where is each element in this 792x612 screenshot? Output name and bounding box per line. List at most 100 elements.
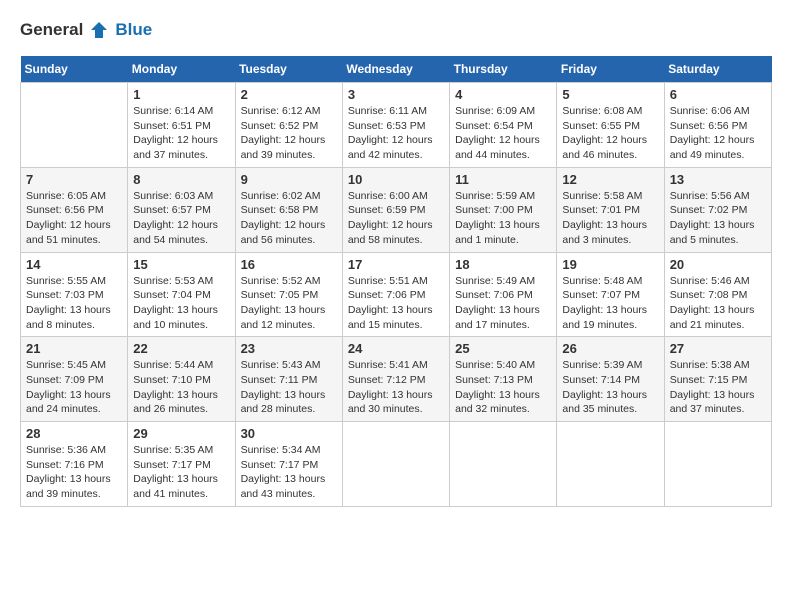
day-number: 21 bbox=[26, 341, 122, 356]
day-number: 10 bbox=[348, 172, 444, 187]
day-number: 25 bbox=[455, 341, 551, 356]
calendar-day-cell: 30 Sunrise: 5:34 AMSunset: 7:17 PMDayligh… bbox=[235, 422, 342, 507]
day-info: Sunrise: 5:48 AMSunset: 7:07 PMDaylight:… bbox=[562, 274, 658, 333]
day-number: 2 bbox=[241, 87, 337, 102]
day-number: 30 bbox=[241, 426, 337, 441]
day-number: 11 bbox=[455, 172, 551, 187]
day-number: 13 bbox=[670, 172, 766, 187]
calendar-day-cell bbox=[450, 422, 557, 507]
day-of-week-header: Saturday bbox=[664, 56, 771, 83]
calendar-day-cell bbox=[557, 422, 664, 507]
day-number: 23 bbox=[241, 341, 337, 356]
day-info: Sunrise: 5:36 AMSunset: 7:16 PMDaylight:… bbox=[26, 443, 122, 502]
calendar-day-cell: 10 Sunrise: 6:00 AMSunset: 6:59 PMDayligh… bbox=[342, 167, 449, 252]
calendar-day-cell: 27 Sunrise: 5:38 AMSunset: 7:15 PMDayligh… bbox=[664, 337, 771, 422]
day-info: Sunrise: 6:08 AMSunset: 6:55 PMDaylight:… bbox=[562, 104, 658, 163]
day-info: Sunrise: 5:46 AMSunset: 7:08 PMDaylight:… bbox=[670, 274, 766, 333]
calendar-day-cell: 1 Sunrise: 6:14 AMSunset: 6:51 PMDaylight… bbox=[128, 83, 235, 168]
day-info: Sunrise: 6:12 AMSunset: 6:52 PMDaylight:… bbox=[241, 104, 337, 163]
calendar-day-cell: 29 Sunrise: 5:35 AMSunset: 7:17 PMDayligh… bbox=[128, 422, 235, 507]
day-number: 6 bbox=[670, 87, 766, 102]
day-info: Sunrise: 5:43 AMSunset: 7:11 PMDaylight:… bbox=[241, 358, 337, 417]
logo-blue-text: Blue bbox=[115, 20, 152, 40]
day-info: Sunrise: 6:00 AMSunset: 6:59 PMDaylight:… bbox=[348, 189, 444, 248]
calendar-table: SundayMondayTuesdayWednesdayThursdayFrid… bbox=[20, 56, 772, 507]
calendar-day-cell: 19 Sunrise: 5:48 AMSunset: 7:07 PMDayligh… bbox=[557, 252, 664, 337]
day-number: 28 bbox=[26, 426, 122, 441]
calendar-day-cell: 15Sunrise: 5:53 AMSunset: 7:04 PMDayligh… bbox=[128, 252, 235, 337]
day-info: Sunrise: 6:09 AMSunset: 6:54 PMDaylight:… bbox=[455, 104, 551, 163]
calendar-day-cell: 8 Sunrise: 6:03 AMSunset: 6:57 PMDaylight… bbox=[128, 167, 235, 252]
day-info: Sunrise: 5:38 AMSunset: 7:15 PMDaylight:… bbox=[670, 358, 766, 417]
day-number: 3 bbox=[348, 87, 444, 102]
day-info: Sunrise: 6:03 AMSunset: 6:57 PMDaylight:… bbox=[133, 189, 229, 248]
calendar-day-cell: 5 Sunrise: 6:08 AMSunset: 6:55 PMDaylight… bbox=[557, 83, 664, 168]
day-number: 24 bbox=[348, 341, 444, 356]
day-of-week-header: Wednesday bbox=[342, 56, 449, 83]
day-info: Sunrise: 5:45 AMSunset: 7:09 PMDaylight:… bbox=[26, 358, 122, 417]
calendar-day-cell: 25 Sunrise: 5:40 AMSunset: 7:13 PMDayligh… bbox=[450, 337, 557, 422]
day-of-week-header: Tuesday bbox=[235, 56, 342, 83]
day-info: Sunrise: 6:11 AMSunset: 6:53 PMDaylight:… bbox=[348, 104, 444, 163]
day-number: 8 bbox=[133, 172, 229, 187]
day-of-week-header: Friday bbox=[557, 56, 664, 83]
day-info: Sunrise: 5:59 AMSunset: 7:00 PMDaylight:… bbox=[455, 189, 551, 248]
day-of-week-header: Thursday bbox=[450, 56, 557, 83]
day-info: Sunrise: 6:14 AMSunset: 6:51 PMDaylight:… bbox=[133, 104, 229, 163]
day-number: 29 bbox=[133, 426, 229, 441]
day-number: 5 bbox=[562, 87, 658, 102]
day-number: 26 bbox=[562, 341, 658, 356]
calendar-day-cell: 20 Sunrise: 5:46 AMSunset: 7:08 PMDayligh… bbox=[664, 252, 771, 337]
calendar-day-cell: 4 Sunrise: 6:09 AMSunset: 6:54 PMDaylight… bbox=[450, 83, 557, 168]
calendar-day-cell: 17Sunrise: 5:51 AMSunset: 7:06 PMDayligh… bbox=[342, 252, 449, 337]
calendar-day-cell: 3 Sunrise: 6:11 AMSunset: 6:53 PMDaylight… bbox=[342, 83, 449, 168]
day-info: Sunrise: 5:55 AMSunset: 7:03 PMDaylight:… bbox=[26, 274, 122, 333]
calendar-day-cell: 2 Sunrise: 6:12 AMSunset: 6:52 PMDaylight… bbox=[235, 83, 342, 168]
day-info: Sunrise: 5:34 AMSunset: 7:17 PMDaylight:… bbox=[241, 443, 337, 502]
calendar-day-cell: 13 Sunrise: 5:56 AMSunset: 7:02 PMDayligh… bbox=[664, 167, 771, 252]
day-number: 7 bbox=[26, 172, 122, 187]
calendar-day-cell: 22 Sunrise: 5:44 AMSunset: 7:10 PMDayligh… bbox=[128, 337, 235, 422]
day-number: 19 bbox=[562, 257, 658, 272]
calendar-day-cell: 21 Sunrise: 5:45 AMSunset: 7:09 PMDayligh… bbox=[21, 337, 128, 422]
calendar-day-cell: 24 Sunrise: 5:41 AMSunset: 7:12 PMDayligh… bbox=[342, 337, 449, 422]
calendar-day-cell: 6 Sunrise: 6:06 AMSunset: 6:56 PMDaylight… bbox=[664, 83, 771, 168]
day-info: Sunrise: 5:35 AMSunset: 7:17 PMDaylight:… bbox=[133, 443, 229, 502]
day-info: Sunrise: 6:06 AMSunset: 6:56 PMDaylight:… bbox=[670, 104, 766, 163]
day-number: 9 bbox=[241, 172, 337, 187]
day-number: 1 bbox=[133, 87, 229, 102]
calendar-day-cell bbox=[21, 83, 128, 168]
day-info: Sunrise: 5:56 AMSunset: 7:02 PMDaylight:… bbox=[670, 189, 766, 248]
calendar-week-row: 28 Sunrise: 5:36 AMSunset: 7:16 PMDayligh… bbox=[21, 422, 772, 507]
days-header-row: SundayMondayTuesdayWednesdayThursdayFrid… bbox=[21, 56, 772, 83]
calendar-day-cell: 11 Sunrise: 5:59 AMSunset: 7:00 PMDayligh… bbox=[450, 167, 557, 252]
day-info: Sunrise: 5:52 AMSunset: 7:05 PMDaylight:… bbox=[241, 274, 337, 333]
day-number: 14 bbox=[26, 257, 122, 272]
day-number: 22 bbox=[133, 341, 229, 356]
day-of-week-header: Monday bbox=[128, 56, 235, 83]
day-number: 4 bbox=[455, 87, 551, 102]
day-info: Sunrise: 6:05 AMSunset: 6:56 PMDaylight:… bbox=[26, 189, 122, 248]
day-info: Sunrise: 5:44 AMSunset: 7:10 PMDaylight:… bbox=[133, 358, 229, 417]
calendar-day-cell: 14 Sunrise: 5:55 AMSunset: 7:03 PMDayligh… bbox=[21, 252, 128, 337]
calendar-week-row: 1 Sunrise: 6:14 AMSunset: 6:51 PMDaylight… bbox=[21, 83, 772, 168]
day-number: 16 bbox=[241, 257, 337, 272]
day-number: 20 bbox=[670, 257, 766, 272]
page-header: General Blue bbox=[20, 20, 772, 40]
calendar-week-row: 14 Sunrise: 5:55 AMSunset: 7:03 PMDayligh… bbox=[21, 252, 772, 337]
calendar-day-cell: 7 Sunrise: 6:05 AMSunset: 6:56 PMDaylight… bbox=[21, 167, 128, 252]
day-info: Sunrise: 5:51 AMSunset: 7:06 PMDaylight:… bbox=[348, 274, 444, 333]
day-info: Sunrise: 6:02 AMSunset: 6:58 PMDaylight:… bbox=[241, 189, 337, 248]
logo-text: General bbox=[20, 20, 83, 40]
calendar-day-cell: 12Sunrise: 5:58 AMSunset: 7:01 PMDayligh… bbox=[557, 167, 664, 252]
calendar-week-row: 7 Sunrise: 6:05 AMSunset: 6:56 PMDaylight… bbox=[21, 167, 772, 252]
logo-bird-icon bbox=[89, 20, 109, 40]
calendar-day-cell bbox=[342, 422, 449, 507]
logo: General Blue bbox=[20, 20, 152, 40]
day-info: Sunrise: 5:39 AMSunset: 7:14 PMDaylight:… bbox=[562, 358, 658, 417]
day-info: Sunrise: 5:40 AMSunset: 7:13 PMDaylight:… bbox=[455, 358, 551, 417]
calendar-day-cell: 26 Sunrise: 5:39 AMSunset: 7:14 PMDayligh… bbox=[557, 337, 664, 422]
day-info: Sunrise: 5:41 AMSunset: 7:12 PMDaylight:… bbox=[348, 358, 444, 417]
day-number: 27 bbox=[670, 341, 766, 356]
day-number: 18 bbox=[455, 257, 551, 272]
